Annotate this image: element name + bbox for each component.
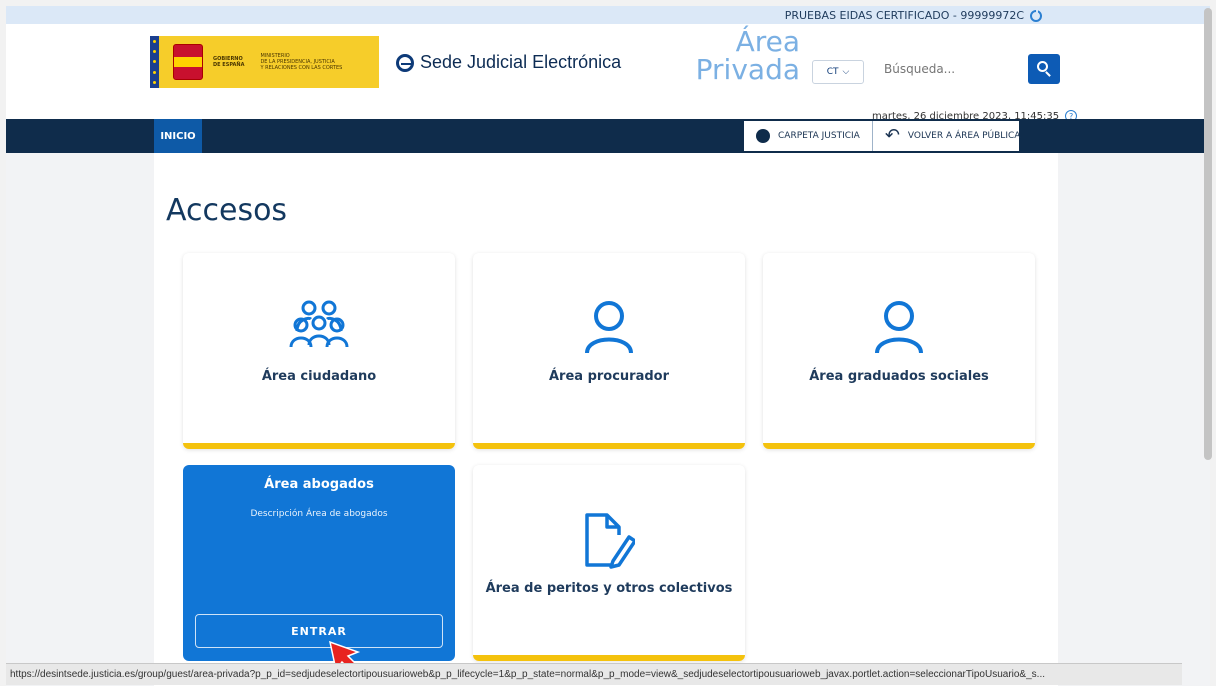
nav-right-group: CARPETA JUSTICIA ↶ VOLVER A ÁREA PÚBLICA [744,121,1021,151]
card-label: Área ciudadano [261,369,377,384]
government-logo[interactable]: GOBIERNO DE ESPAÑA MINISTERIO DE LA PRES… [150,36,379,88]
card-area-procurador[interactable]: Área procurador [473,253,745,449]
main-navbar: INICIO CARPETA JUSTICIA ↶ VOLVER A ÁREA … [6,119,1210,153]
sede-logo[interactable]: Sede Judicial Electrónica [396,52,621,73]
card-accent-bar [183,443,455,449]
nav-home[interactable]: INICIO [154,119,202,153]
card-area-ciudadano[interactable]: Área ciudadano [183,253,455,449]
main-content: Accesos Área ciudadano Área procurador Á… [154,153,1058,686]
volver-area-publica-button[interactable]: ↶ VOLVER A ÁREA PÚBLICA [873,121,1021,151]
entrar-button[interactable]: ENTRAR [195,614,443,648]
logout-icon[interactable] [1030,8,1042,22]
status-bar-url: https://desintsede.justicia.es/group/gue… [6,663,1182,685]
right-gutter [1058,153,1210,686]
ministry-label: MINISTERIO DE LA PRESIDENCIA, JUSTICIA Y… [260,53,343,71]
group-users-icon [289,300,349,348]
card-label: Área graduados sociales [809,369,989,384]
user-strip: PRUEBAS EIDAS CERTIFICADO - 99999972C [6,6,1210,24]
browser-viewport: PRUEBAS EIDAS CERTIFICADO - 99999972C GO… [6,6,1210,686]
card-area-abogados[interactable]: Área abogados Descripción Área de abogad… [183,465,455,661]
card-label: Área procurador [548,369,670,384]
language-selector[interactable]: CT ⌵ [812,60,864,84]
search-button[interactable] [1028,54,1060,84]
sede-e-icon [396,53,414,72]
card-accent-bar [473,443,745,449]
government-label: GOBIERNO DE ESPAÑA [213,56,245,68]
user-icon [875,301,923,354]
card-area-graduados-sociales[interactable]: Área graduados sociales [763,253,1035,449]
card-label: Área de peritos y otros colectivos [485,581,733,596]
user-name: PRUEBAS EIDAS CERTIFICADO - 99999972C [784,9,1024,22]
language-value: CT [826,67,839,77]
user-info: PRUEBAS EIDAS CERTIFICADO - 99999972C [784,8,1042,22]
chevron-down-icon: ⌵ [842,67,850,77]
card-area-peritos[interactable]: Área de peritos y otros colectivos [473,465,745,661]
left-gutter [6,153,154,686]
search-input[interactable] [880,54,1028,84]
eu-flag-icon [150,36,159,88]
coat-of-arms-icon [173,44,203,80]
carpeta-justicia-icon [756,129,770,143]
site-name: Sede Judicial Electrónica [420,52,622,72]
page-scrollbar[interactable] [1204,8,1212,460]
back-arrow-icon: ↶ [884,125,900,146]
area-privada-title: Área Privada [695,25,800,86]
card-title: Área abogados [264,477,374,492]
document-edit-icon [585,513,635,569]
carpeta-justicia-button[interactable]: CARPETA JUSTICIA [744,121,873,151]
site-header: GOBIERNO DE ESPAÑA MINISTERIO DE LA PRES… [6,24,1210,124]
card-description: Descripción Área de abogados [250,509,388,519]
card-accent-bar [473,655,745,661]
user-icon [585,301,633,354]
card-accent-bar [763,443,1035,449]
search-box [880,54,1060,84]
page-title: Accesos [166,193,288,228]
